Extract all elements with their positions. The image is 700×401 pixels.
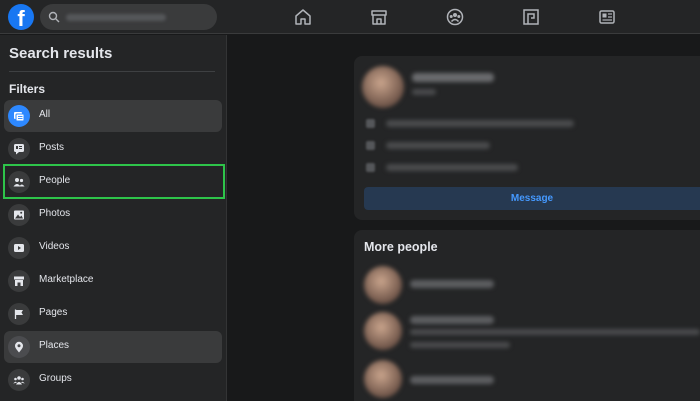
person-name-redacted <box>412 73 494 82</box>
avatar[interactable] <box>362 66 404 108</box>
sidebar-item-label: All <box>39 109 51 120</box>
person-details-redacted <box>410 342 510 348</box>
posts-icon <box>8 138 30 160</box>
sidebar-item-label: Places <box>39 340 70 351</box>
person-details-redacted <box>410 329 700 335</box>
gaming-icon[interactable] <box>522 8 540 26</box>
info-line-redacted <box>386 164 518 171</box>
sidebar-item-label: Photos <box>39 208 71 219</box>
filters-heading: Filters <box>9 82 46 96</box>
person-name-redacted[interactable] <box>410 316 494 324</box>
page-title: Search results <box>9 45 113 62</box>
top-bar: f <box>0 0 700 34</box>
flag-icon <box>8 303 30 325</box>
more-people-card <box>354 230 700 401</box>
sidebar-item-label: Groups <box>39 373 72 384</box>
sidebar-item-posts[interactable]: Posts <box>4 133 222 165</box>
avatar[interactable] <box>364 360 402 398</box>
marketplace-icon <box>8 270 30 292</box>
photos-icon <box>8 204 30 226</box>
message-button[interactable]: Message <box>364 187 700 210</box>
info-icon <box>366 163 375 172</box>
sidebar: Search results Filters All Posts People … <box>0 35 227 401</box>
info-icon <box>366 141 375 150</box>
sidebar-item-label: Posts <box>39 142 65 153</box>
feed-icon <box>8 105 30 127</box>
location-pin-icon <box>8 336 30 358</box>
groups-icon <box>8 369 30 391</box>
sidebar-item-photos[interactable]: Photos <box>4 199 222 231</box>
search-query-redacted <box>66 14 166 21</box>
avatar[interactable] <box>364 266 402 304</box>
search-icon <box>48 11 60 23</box>
news-icon[interactable] <box>598 8 616 26</box>
sidebar-item-videos[interactable]: Videos <box>4 232 222 264</box>
marketplace-icon[interactable] <box>370 8 388 26</box>
sidebar-item-places[interactable]: Places <box>4 331 222 363</box>
more-people-heading: More people <box>364 240 438 254</box>
sidebar-item-all[interactable]: All <box>4 100 222 132</box>
person-meta-redacted <box>412 89 436 95</box>
sidebar-item-label: Marketplace <box>39 274 94 285</box>
divider <box>9 71 215 72</box>
facebook-logo-icon[interactable]: f <box>8 4 34 30</box>
groups-icon[interactable] <box>446 8 464 26</box>
sidebar-item-marketplace[interactable]: Marketplace <box>4 265 222 297</box>
info-line-redacted <box>386 120 574 127</box>
person-name-redacted[interactable] <box>410 280 494 288</box>
sidebar-item-label: Videos <box>39 241 70 252</box>
person-name-redacted[interactable] <box>410 376 494 384</box>
people-highlight-box <box>3 164 225 199</box>
message-button-label: Message <box>510 193 554 204</box>
search-input[interactable] <box>40 4 217 30</box>
avatar[interactable] <box>364 312 402 350</box>
info-line-redacted <box>386 142 490 149</box>
sidebar-item-groups[interactable]: Groups <box>4 364 222 396</box>
home-icon[interactable] <box>294 8 312 26</box>
videos-icon <box>8 237 30 259</box>
info-icon <box>366 119 375 128</box>
sidebar-item-pages[interactable]: Pages <box>4 298 222 330</box>
sidebar-item-label: Pages <box>39 307 68 318</box>
